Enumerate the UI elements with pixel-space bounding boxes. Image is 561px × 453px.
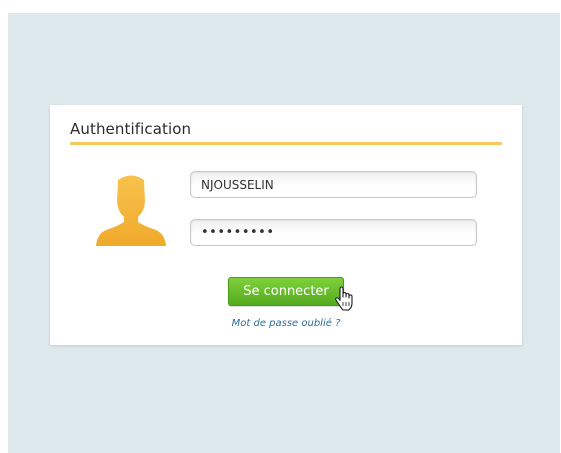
password-input[interactable]: [190, 219, 477, 246]
login-panel: Authentification Se connecter Mot de pas…: [50, 105, 522, 345]
panel-title: Authentification: [70, 120, 192, 138]
forgot-password-link[interactable]: Mot de passe oublié ?: [50, 318, 522, 329]
username-input[interactable]: [190, 171, 477, 198]
login-button[interactable]: Se connecter: [228, 277, 344, 306]
hand-pointer-icon: [335, 286, 353, 311]
user-silhouette-icon: [96, 175, 166, 246]
title-divider: [70, 142, 502, 145]
